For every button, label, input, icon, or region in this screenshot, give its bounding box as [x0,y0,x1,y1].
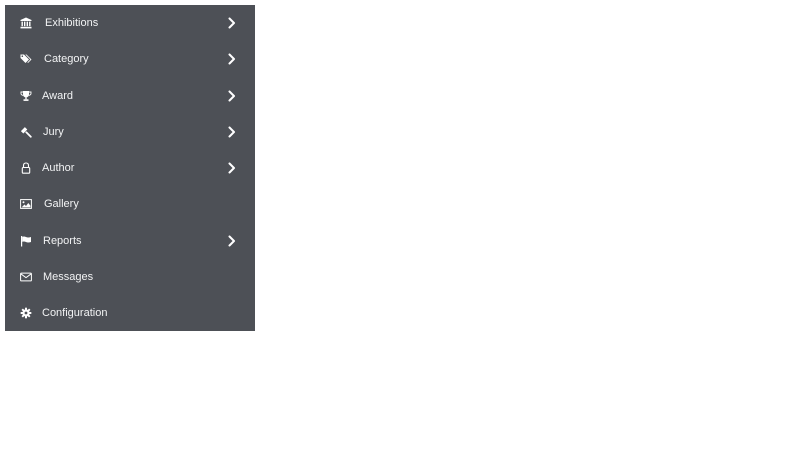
sidebar-item-label: Jury [43,125,64,138]
sidebar-item-gallery[interactable]: Gallery [5,186,255,222]
chevron-right-icon [228,17,236,29]
bank-icon [20,17,32,29]
sidebar-item-exhibitions[interactable]: Exhibitions [5,5,255,41]
trophy-icon [20,90,32,102]
chevron-right-icon [228,90,236,102]
sidebar-item-label: Category [44,53,89,66]
chevron-right-icon [228,126,236,138]
sidebar-item-label: Messages [43,270,94,283]
gear-icon [20,307,32,319]
sidebar-item-reports[interactable]: Reports [5,223,255,259]
sidebar-item-configuration[interactable]: Configuration [5,295,255,331]
sidebar-item-label: Award [42,89,73,102]
tags-icon [20,53,32,65]
sidebar-item-award[interactable]: Award [5,78,255,114]
lock-icon [20,162,32,174]
chevron-right-icon [228,53,236,65]
sidebar-item-label: Configuration [42,307,108,320]
chevron-right-icon [228,162,236,174]
chevron-right-icon [228,235,236,247]
sidebar-item-label: Author [42,162,75,175]
sidebar-item-author[interactable]: Author [5,150,255,186]
flag-icon [20,235,32,247]
sidebar-item-label: Gallery [44,198,79,211]
envelope-icon [20,271,32,283]
sidebar-item-label: Exhibitions [45,17,99,30]
sidebar-item-jury[interactable]: Jury [5,114,255,150]
gavel-icon [20,126,32,138]
sidebar-item-label: Reports [43,234,82,247]
sidebar-menu: Exhibitions Category Award Jury Author G… [5,5,255,331]
sidebar-item-category[interactable]: Category [5,41,255,77]
image-icon [20,198,32,210]
sidebar-item-messages[interactable]: Messages [5,259,255,295]
menu-list: Exhibitions Category Award Jury Author G… [5,5,255,331]
